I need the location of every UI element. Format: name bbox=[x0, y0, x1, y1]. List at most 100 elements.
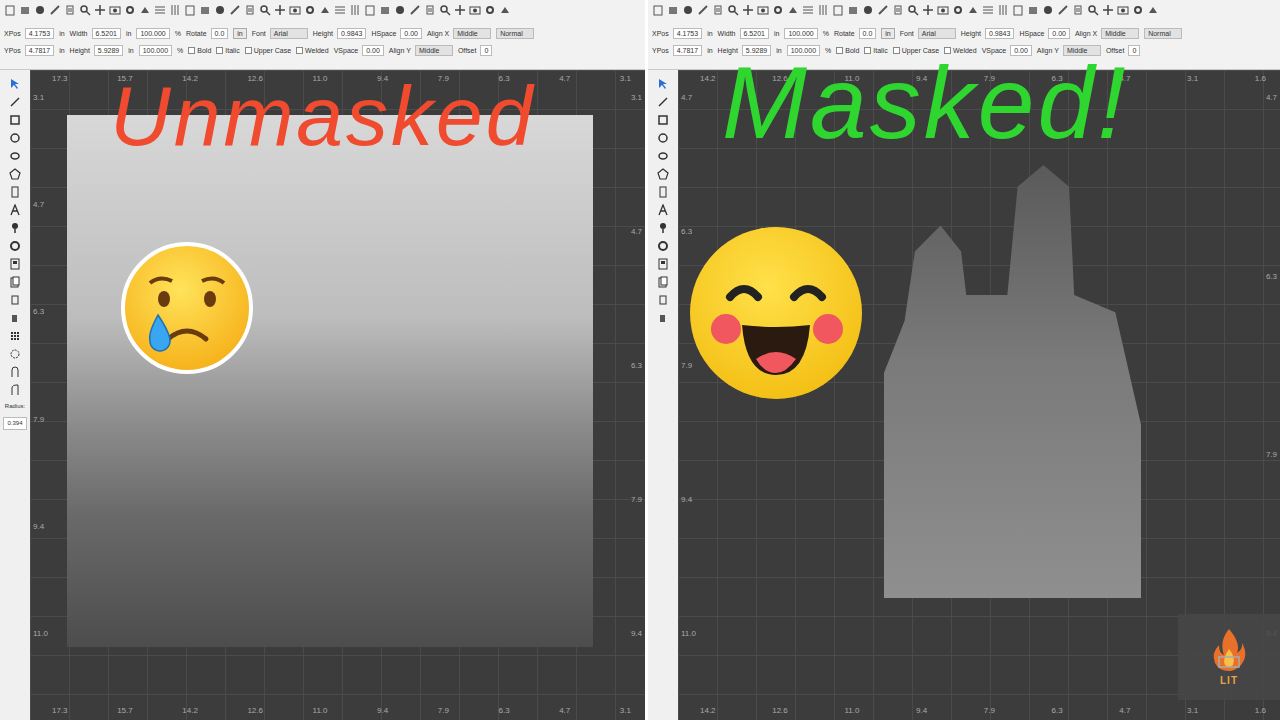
field-input[interactable]: 100.000 bbox=[139, 45, 172, 57]
checkbox[interactable] bbox=[296, 47, 303, 54]
checkbox-row[interactable]: Upper Case bbox=[245, 47, 291, 55]
tool-icon[interactable] bbox=[139, 4, 151, 16]
dropdown-value[interactable]: Normal bbox=[496, 28, 534, 40]
checkbox-row[interactable]: Welded bbox=[296, 47, 329, 55]
draw-tool-icon[interactable] bbox=[657, 150, 669, 162]
dropdown-value[interactable]: Middle bbox=[1101, 28, 1139, 40]
field-input[interactable]: 0.00 bbox=[362, 45, 384, 57]
tool-icon[interactable] bbox=[34, 4, 46, 16]
radius-input[interactable]: 0.394 bbox=[3, 417, 26, 430]
tool-icon[interactable] bbox=[652, 4, 664, 16]
tool-icon[interactable] bbox=[907, 4, 919, 16]
draw-tool-icon[interactable] bbox=[657, 204, 669, 216]
tool-icon[interactable] bbox=[922, 4, 934, 16]
dropdown-value[interactable]: Middle bbox=[453, 28, 491, 40]
tool-icon[interactable] bbox=[1027, 4, 1039, 16]
field-input[interactable]: 5.9289 bbox=[94, 45, 123, 57]
draw-tool-icon[interactable] bbox=[9, 366, 21, 378]
draw-tool-icon[interactable] bbox=[9, 78, 21, 90]
draw-tool-icon[interactable] bbox=[657, 222, 669, 234]
tool-icon[interactable] bbox=[214, 4, 226, 16]
tool-icon[interactable] bbox=[289, 4, 301, 16]
dropdown-value[interactable]: Arial bbox=[270, 28, 308, 40]
draw-tool-icon[interactable] bbox=[9, 384, 21, 396]
draw-tool-icon[interactable] bbox=[657, 258, 669, 270]
tool-icon[interactable] bbox=[997, 4, 1009, 16]
field-input[interactable]: 6.5201 bbox=[92, 28, 121, 40]
tool-icon[interactable] bbox=[244, 4, 256, 16]
field-input[interactable]: 0.0 bbox=[211, 28, 229, 40]
tool-icon[interactable] bbox=[169, 4, 181, 16]
tool-icon[interactable] bbox=[892, 4, 904, 16]
tool-icon[interactable] bbox=[1072, 4, 1084, 16]
photo[interactable] bbox=[884, 165, 1141, 598]
field-input[interactable]: 0 bbox=[480, 45, 492, 57]
tool-icon[interactable] bbox=[49, 4, 61, 16]
field-input[interactable]: 0.9843 bbox=[337, 28, 366, 40]
draw-tool-icon[interactable] bbox=[9, 186, 21, 198]
draw-tool-icon[interactable] bbox=[9, 348, 21, 360]
tool-icon[interactable] bbox=[937, 4, 949, 16]
tool-icon[interactable] bbox=[727, 4, 739, 16]
draw-tool-icon[interactable] bbox=[9, 114, 21, 126]
tool-icon[interactable] bbox=[64, 4, 76, 16]
field-input[interactable]: 0.0 bbox=[859, 28, 877, 40]
tool-icon[interactable] bbox=[349, 4, 361, 16]
photo[interactable] bbox=[67, 115, 593, 647]
tool-icon[interactable] bbox=[952, 4, 964, 16]
field-input[interactable]: 6.5201 bbox=[740, 28, 769, 40]
draw-tool-icon[interactable] bbox=[9, 204, 21, 216]
checkbox[interactable] bbox=[188, 47, 195, 54]
tool-icon[interactable] bbox=[1132, 4, 1144, 16]
field-input[interactable]: 0 bbox=[1128, 45, 1140, 57]
tool-icon[interactable] bbox=[817, 4, 829, 16]
tool-icon[interactable] bbox=[184, 4, 196, 16]
tool-icon[interactable] bbox=[1057, 4, 1069, 16]
field-input[interactable]: 0.9843 bbox=[985, 28, 1014, 40]
tool-icon[interactable] bbox=[499, 4, 511, 16]
tool-icon[interactable] bbox=[304, 4, 316, 16]
unit-button[interactable]: in bbox=[233, 28, 246, 40]
tool-icon[interactable] bbox=[124, 4, 136, 16]
draw-tool-icon[interactable] bbox=[657, 312, 669, 324]
tool-icon[interactable] bbox=[1147, 4, 1159, 16]
tool-icon[interactable] bbox=[967, 4, 979, 16]
tool-icon[interactable] bbox=[772, 4, 784, 16]
tool-icon[interactable] bbox=[982, 4, 994, 16]
tool-icon[interactable] bbox=[94, 4, 106, 16]
tool-icon[interactable] bbox=[697, 4, 709, 16]
tool-icon[interactable] bbox=[154, 4, 166, 16]
unit-button[interactable]: in bbox=[881, 28, 894, 40]
tool-icon[interactable] bbox=[1102, 4, 1114, 16]
tool-icon[interactable] bbox=[274, 4, 286, 16]
tool-icon[interactable] bbox=[712, 4, 724, 16]
field-input[interactable]: 0.00 bbox=[1048, 28, 1070, 40]
tool-icon[interactable] bbox=[787, 4, 799, 16]
tool-icon[interactable] bbox=[1012, 4, 1024, 16]
field-input[interactable]: 0.00 bbox=[400, 28, 422, 40]
tool-icon[interactable] bbox=[469, 4, 481, 16]
draw-tool-icon[interactable] bbox=[9, 222, 21, 234]
draw-tool-icon[interactable] bbox=[657, 96, 669, 108]
draw-tool-icon[interactable] bbox=[657, 78, 669, 90]
tool-icon[interactable] bbox=[19, 4, 31, 16]
field-input[interactable]: 4.7817 bbox=[673, 45, 702, 57]
checkbox[interactable] bbox=[245, 47, 252, 54]
draw-tool-icon[interactable] bbox=[657, 114, 669, 126]
draw-tool-icon[interactable] bbox=[9, 96, 21, 108]
draw-tool-icon[interactable] bbox=[9, 312, 21, 324]
checkbox-row[interactable]: Bold bbox=[188, 47, 211, 55]
tool-icon[interactable] bbox=[454, 4, 466, 16]
tool-icon[interactable] bbox=[379, 4, 391, 16]
tool-icon[interactable] bbox=[1087, 4, 1099, 16]
tool-icon[interactable] bbox=[334, 4, 346, 16]
dropdown-value[interactable]: Normal bbox=[1144, 28, 1182, 40]
tool-icon[interactable] bbox=[439, 4, 451, 16]
field-input[interactable]: 4.7817 bbox=[25, 45, 54, 57]
tool-icon[interactable] bbox=[802, 4, 814, 16]
field-input[interactable]: 4.1753 bbox=[25, 28, 54, 40]
tool-icon[interactable] bbox=[877, 4, 889, 16]
draw-tool-icon[interactable] bbox=[9, 258, 21, 270]
tool-icon[interactable] bbox=[4, 4, 16, 16]
draw-tool-icon[interactable] bbox=[657, 168, 669, 180]
